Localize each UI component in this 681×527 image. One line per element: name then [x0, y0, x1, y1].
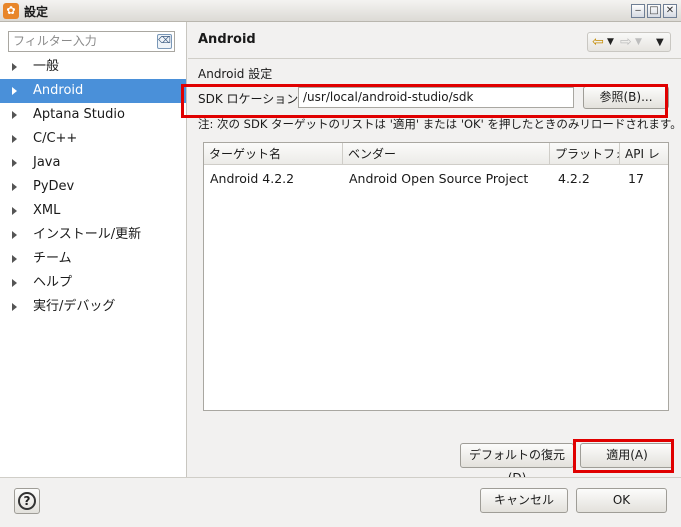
expand-arrow-icon[interactable] — [12, 158, 19, 168]
tree-item-aptana-studio[interactable]: Aptana Studio — [0, 103, 186, 127]
highlight-box — [573, 439, 674, 473]
ok-button[interactable]: OK — [576, 488, 667, 513]
column-header-target-name[interactable]: ターゲット名 — [204, 143, 343, 165]
expand-arrow-icon[interactable] — [12, 86, 19, 96]
filter-placeholder: フィルター入力 — [13, 34, 97, 48]
table-header: ターゲット名 ベンダー プラットフォ API レ — [204, 143, 668, 165]
tree-item-label: Android — [33, 83, 84, 98]
tree-item-run-debug[interactable]: 実行/デバッグ — [0, 295, 186, 319]
view-menu-icon[interactable]: ▼ — [656, 35, 664, 50]
clear-filter-icon[interactable]: ⌫ — [157, 34, 172, 49]
help-button[interactable]: ? — [14, 488, 40, 514]
maximize-button[interactable]: □ — [647, 4, 661, 18]
back-dropdown-icon[interactable]: ▼ — [607, 35, 614, 50]
expand-arrow-icon[interactable] — [12, 254, 19, 264]
sdk-target-table[interactable]: ターゲット名 ベンダー プラットフォ API レ Android 4.2.2 A… — [203, 142, 669, 411]
close-button[interactable]: ✕ — [663, 4, 677, 18]
cell-target-name: Android 4.2.2 — [210, 171, 295, 186]
page-header: Android ⇦ ▼ ⇨ ▼ ▼ — [188, 22, 681, 59]
reload-note: 注: 次の SDK ターゲットのリストは '適用' または 'OK' を押したと… — [198, 117, 681, 131]
title-bar: ✿ 設定 ‒ □ ✕ — [0, 0, 681, 22]
highlight-box — [181, 84, 668, 118]
window-title: 設定 — [24, 5, 49, 19]
column-header-api-level[interactable]: API レ — [620, 143, 668, 165]
tree-item-label: XML — [33, 203, 61, 218]
tree-item-java[interactable]: Java — [0, 151, 186, 175]
preference-page: Android ⇦ ▼ ⇨ ▼ ▼ Android 設定 SDK ロケーション:… — [181, 22, 681, 485]
section-label: Android 設定 — [198, 67, 273, 81]
tree-item-label: PyDev — [33, 179, 75, 194]
expand-arrow-icon[interactable] — [12, 230, 19, 240]
cancel-button[interactable]: キャンセル — [480, 488, 568, 513]
tree-item-label: 一般 — [33, 59, 60, 74]
preference-tree: 一般 Android Aptana Studio C/C++ Java PyDe… — [0, 55, 186, 319]
forward-dropdown-icon[interactable]: ▼ — [635, 35, 642, 50]
expand-arrow-icon[interactable] — [12, 134, 19, 144]
tree-item-label: Java — [33, 155, 61, 170]
expand-arrow-icon[interactable] — [12, 62, 19, 72]
tree-item-label: ヘルプ — [33, 275, 73, 290]
expand-arrow-icon[interactable] — [12, 182, 19, 192]
forward-arrow-icon[interactable]: ⇨ — [620, 34, 632, 51]
tree-item-general[interactable]: 一般 — [0, 55, 186, 79]
expand-arrow-icon[interactable] — [12, 302, 19, 312]
tree-item-label: C/C++ — [33, 131, 78, 146]
filter-input[interactable]: フィルター入力 ⌫ — [8, 31, 175, 52]
table-row[interactable]: Android 4.2.2 Android Open Source Projec… — [204, 168, 668, 190]
tree-item-team[interactable]: チーム — [0, 247, 186, 271]
cell-platform: 4.2.2 — [558, 171, 590, 186]
tree-item-xml[interactable]: XML — [0, 199, 186, 223]
expand-arrow-icon[interactable] — [12, 206, 19, 216]
help-icon: ? — [18, 492, 36, 510]
tree-item-c-cpp[interactable]: C/C++ — [0, 127, 186, 151]
preference-sidebar: フィルター入力 ⌫ 一般 Android Aptana Studio C/C++… — [0, 22, 187, 477]
expand-arrow-icon[interactable] — [12, 110, 19, 120]
back-arrow-icon[interactable]: ⇦ — [592, 34, 604, 51]
cell-api-level: 17 — [628, 171, 644, 186]
cell-vendor: Android Open Source Project — [349, 171, 529, 186]
column-header-platform[interactable]: プラットフォ — [550, 143, 620, 165]
tree-item-label: 実行/デバッグ — [33, 299, 116, 314]
tree-item-label: Aptana Studio — [33, 107, 125, 122]
tree-item-label: チーム — [33, 251, 72, 266]
column-header-vendor[interactable]: ベンダー — [343, 143, 550, 165]
tree-item-install-update[interactable]: インストール/更新 — [0, 223, 186, 247]
minimize-button[interactable]: ‒ — [631, 4, 645, 18]
tree-item-pydev[interactable]: PyDev — [0, 175, 186, 199]
history-nav: ⇦ ▼ ⇨ ▼ ▼ — [587, 32, 671, 52]
tree-item-label: インストール/更新 — [33, 227, 142, 242]
gear-icon: ✿ — [3, 3, 19, 19]
restore-defaults-button[interactable]: デフォルトの復元(D) — [460, 443, 574, 485]
dialog-button-bar: ? キャンセル OK — [0, 477, 681, 527]
tree-item-help[interactable]: ヘルプ — [0, 271, 186, 295]
page-title: Android — [198, 32, 256, 47]
expand-arrow-icon[interactable] — [12, 278, 19, 288]
tree-item-android[interactable]: Android — [0, 79, 186, 103]
